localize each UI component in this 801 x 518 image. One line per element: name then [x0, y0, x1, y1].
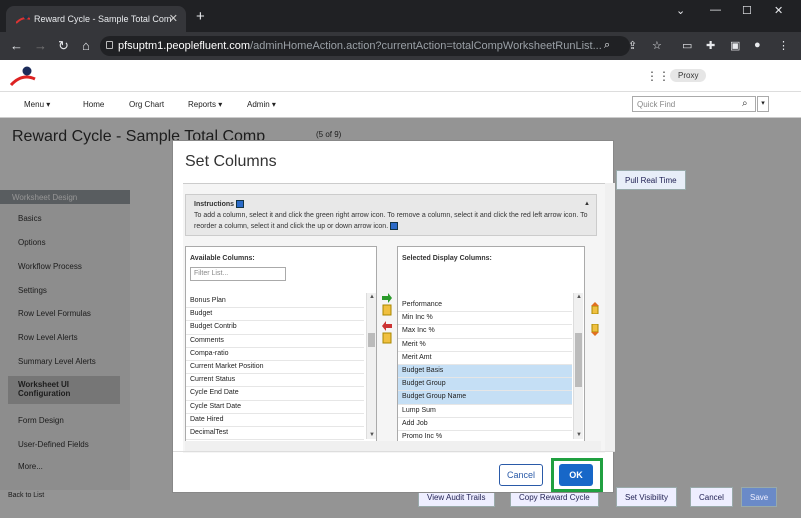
home-icon[interactable]: ⌂ [82, 38, 90, 53]
minimize-icon[interactable]: — [710, 4, 721, 16]
available-columns-title: Available Columns: [190, 255, 255, 262]
bg-save-button: Save [741, 487, 778, 507]
list-item-selected[interactable]: Budget Basis [398, 364, 572, 379]
list-item[interactable]: Cycle Start Date [186, 401, 364, 414]
available-list-scrollbar[interactable]: ▲ ▼ [366, 293, 376, 439]
lock-icon [106, 41, 113, 49]
tab-close-icon[interactable]: ✕ [169, 12, 178, 25]
list-item-selected[interactable]: Budget Group [398, 378, 572, 392]
menu-item-org-chart[interactable]: Org Chart [129, 100, 164, 109]
forward-arrow-icon[interactable]: → [34, 38, 47, 53]
address-bar-row: ← → ↻ ⌂ pfsuptm1.peoplefluent.com/adminH… [0, 32, 801, 60]
selected-columns-title: Selected Display Columns: [402, 255, 492, 262]
ok-button[interactable]: OK [559, 464, 593, 486]
list-item[interactable]: Add Job [398, 418, 572, 431]
menu-item-home[interactable]: Home [83, 100, 104, 109]
url-input[interactable]: pfsuptm1.peoplefluent.com/adminHomeActio… [100, 36, 630, 56]
maximize-icon[interactable]: ☐ [742, 4, 752, 17]
bookmark-star-icon[interactable]: ☆ [652, 39, 662, 52]
scroll-down-icon[interactable]: ▼ [369, 432, 375, 438]
scroll-down-icon[interactable]: ▼ [576, 432, 582, 438]
pull-real-time-button: Pull Real Time [616, 170, 686, 190]
list-item[interactable]: Min Inc % [398, 312, 572, 326]
list-item[interactable]: Budget Contrib [186, 321, 364, 335]
app-header: ⋮⋮⋮ Proxy [0, 60, 801, 92]
bg-cancel-button: Cancel [690, 487, 733, 507]
edit-pencil-icon[interactable] [236, 200, 245, 209]
url-domain: pfsuptm1.peoplefluent.com [118, 40, 251, 52]
chrome-menu-icon[interactable]: ⋮ [778, 39, 789, 52]
list-item[interactable]: Current Market Position [186, 361, 364, 375]
dialog-horizontal-scrollbar[interactable] [185, 441, 601, 451]
menu-item-menu[interactable]: Menu ▾ [24, 100, 50, 109]
list-item[interactable]: Compa-ratio [186, 348, 364, 361]
list-item[interactable]: Lump Sum [398, 405, 572, 418]
list-item-selected[interactable]: Budget Group Name [398, 391, 572, 405]
scroll-up-icon[interactable]: ▲ [576, 294, 582, 300]
peoplefluent-logo [10, 66, 36, 87]
remove-column-doc-icon[interactable] [381, 332, 393, 344]
set-columns-dialog: Set Columns Instructions ▲ To add a colu… [172, 140, 615, 494]
quick-find-input[interactable]: Quick Find [632, 96, 756, 112]
peoplefluent-favicon [16, 14, 30, 24]
list-item[interactable]: Date Hired [186, 414, 364, 427]
menu-item-admin[interactable]: Admin ▾ [247, 100, 276, 109]
selected-columns-box: Selected Display Columns: Performance Mi… [397, 246, 585, 445]
share-icon[interactable]: ⇪ [628, 39, 637, 52]
dialog-body: Instructions ▲ To add a column, select i… [183, 183, 605, 453]
back-arrow-icon[interactable]: ← [10, 38, 23, 53]
add-column-doc-icon[interactable] [381, 304, 393, 316]
remove-column-left-arrow-icon[interactable] [381, 320, 393, 332]
dialog-vertical-scrollbar[interactable] [605, 183, 615, 451]
browser-tab[interactable]: Reward Cycle - Sample Total Com ✕ [6, 6, 186, 32]
selected-scroll-thumb[interactable] [575, 333, 582, 387]
filter-list-input[interactable]: Filter List... [190, 267, 286, 281]
menu-item-reports[interactable]: Reports ▾ [188, 100, 222, 109]
instructions-panel: Instructions ▲ To add a column, select i… [185, 194, 597, 236]
cancel-button[interactable]: Cancel [499, 464, 543, 486]
tab-title: Reward Cycle - Sample Total Com [34, 14, 172, 24]
extensions-icon[interactable]: ✚ [706, 39, 715, 52]
zoom-icon[interactable]: ⌕ [604, 39, 610, 52]
window-close-icon[interactable]: ✕ [774, 4, 783, 17]
side-panel-icon[interactable]: ▣ [730, 39, 740, 52]
list-item[interactable]: DecimalTest [186, 427, 364, 441]
tab-search-icon[interactable]: ⌄ [676, 4, 685, 17]
collapse-icon[interactable]: ▲ [584, 199, 590, 210]
list-item[interactable]: Max Inc % [398, 325, 572, 339]
dialog-footer: Cancel OK [173, 451, 615, 494]
reload-icon[interactable]: ↻ [58, 38, 69, 54]
profile-icon[interactable]: ● [754, 39, 761, 51]
url-path: /adminHomeAction.action?currentAction=to… [250, 40, 602, 52]
list-item[interactable]: Merit Amt [398, 352, 572, 365]
available-columns-box: Available Columns: Filter List... Bonus … [185, 246, 377, 442]
edit-pencil-icon-2[interactable] [390, 222, 399, 231]
set-visibility-button: Set Visibility [616, 487, 677, 507]
list-item[interactable]: Comments [186, 335, 364, 348]
list-item[interactable]: Merit % [398, 339, 572, 352]
selected-list-scrollbar[interactable]: ▲ ▼ [573, 293, 583, 439]
proxy-button[interactable]: Proxy [670, 69, 707, 82]
scroll-up-icon[interactable]: ▲ [369, 294, 375, 300]
cast-icon[interactable]: ▭ [682, 39, 692, 52]
browser-tab-bar: Reward Cycle - Sample Total Com ✕ + ⌄ — … [0, 0, 801, 32]
new-tab-button[interactable]: + [196, 8, 205, 25]
add-column-right-arrow-icon[interactable] [381, 292, 393, 304]
list-item[interactable]: Performance [398, 299, 572, 313]
list-item[interactable]: Budget [186, 308, 364, 322]
search-icon[interactable]: ⌕ [742, 98, 797, 109]
main-menu-bar: Menu ▾ Home Org Chart Reports ▾ Admin ▾ … [0, 92, 801, 118]
move-up-arrow-icon[interactable] [589, 302, 601, 314]
instructions-label: Instructions [194, 201, 235, 208]
list-item[interactable]: Current Status [186, 374, 364, 388]
move-down-arrow-icon[interactable] [589, 324, 601, 336]
quick-find-dropdown-icon[interactable]: ▾ [757, 96, 769, 112]
available-scroll-thumb[interactable] [368, 333, 375, 347]
list-item[interactable]: Cycle End Date [186, 387, 364, 401]
selected-columns-list: Performance Min Inc % Max Inc % Merit % … [398, 299, 572, 445]
list-item[interactable]: Bonus Plan [186, 295, 364, 309]
dialog-title: Set Columns [185, 153, 277, 170]
available-columns-list: Bonus Plan Budget Budget Contrib Comment… [186, 295, 364, 441]
